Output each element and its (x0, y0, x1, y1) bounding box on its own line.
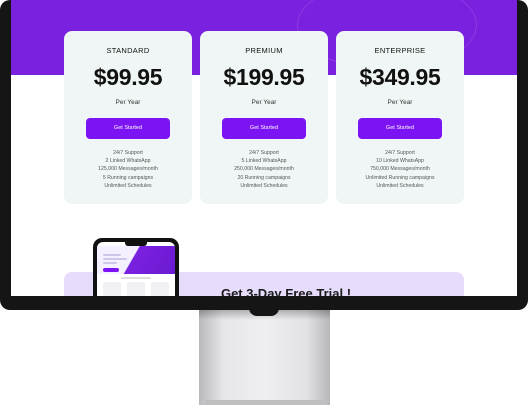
plan-name: STANDARD (106, 46, 150, 55)
feature-list: 24/7 Support 5 Linked WhatsApp 250,000 M… (200, 149, 328, 190)
plan-period: Per Year (251, 99, 277, 106)
plan-name: ENTERPRISE (374, 46, 426, 55)
feature-item: 10 Linked WhatsApp (376, 158, 424, 165)
monitor-stand (199, 310, 330, 405)
feature-item: 2 Linked WhatsApp (105, 158, 151, 165)
get-started-button[interactable]: Get Started (86, 118, 170, 139)
plan-price: $199.95 (223, 64, 305, 90)
pricing-card-premium: PREMIUM $199.95 Per Year Get Started 24/… (200, 31, 328, 204)
pricing-card-enterprise: ENTERPRISE $349.95 Per Year Get Started … (336, 31, 464, 204)
get-started-button[interactable]: Get Started (222, 118, 306, 139)
stand-cable-hole (249, 308, 279, 316)
phone-text-line (103, 258, 127, 260)
feature-item: 20 Running campaigns (237, 174, 291, 181)
phone-button-graphic (103, 268, 119, 272)
phone-text-line (121, 277, 151, 279)
phone-screen (97, 242, 175, 296)
plan-period: Per Year (387, 99, 413, 106)
feature-list: 24/7 Support 2 Linked WhatsApp 125,000 M… (64, 149, 192, 190)
monitor-mockup: STANDARD $99.95 Per Year Get Started 24/… (0, 0, 528, 405)
stand-base (205, 400, 324, 405)
plan-name: PREMIUM (245, 46, 283, 55)
feature-item: 5 Linked WhatsApp (241, 158, 287, 165)
phone-card-graphic (127, 282, 145, 296)
plan-price: $99.95 (93, 64, 163, 90)
feature-item: Unlimited Schedules (376, 182, 424, 189)
feature-item: 24/7 Support (385, 150, 415, 156)
phone-card-graphic (103, 282, 121, 296)
feature-item: 750,000 Messages/month (370, 166, 430, 173)
plan-price: $349.95 (359, 64, 441, 90)
pricing-card-standard: STANDARD $99.95 Per Year Get Started 24/… (64, 31, 192, 204)
feature-item: 250,000 Messages/month (234, 166, 294, 173)
monitor-bezel: STANDARD $99.95 Per Year Get Started 24/… (0, 0, 528, 310)
phone-mockup-image (93, 238, 179, 296)
feature-list: 24/7 Support 10 Linked WhatsApp 750,000 … (336, 149, 464, 190)
feature-item: Unlimited Running campaigns (365, 174, 435, 181)
phone-text-line (103, 254, 121, 256)
phone-text-line (103, 262, 117, 264)
phone-card-graphic (151, 282, 169, 296)
feature-item: 125,000 Messages/month (98, 166, 158, 173)
plan-period: Per Year (115, 99, 141, 106)
get-started-button[interactable]: Get Started (358, 118, 442, 139)
feature-item: Unlimited Schedules (240, 182, 288, 189)
feature-item: 5 Running campaigns (102, 174, 154, 181)
feature-item: Unlimited Schedules (104, 182, 152, 189)
feature-item: 24/7 Support (249, 150, 279, 156)
feature-item: 24/7 Support (113, 150, 143, 156)
monitor-screen: STANDARD $99.95 Per Year Get Started 24/… (11, 0, 517, 296)
